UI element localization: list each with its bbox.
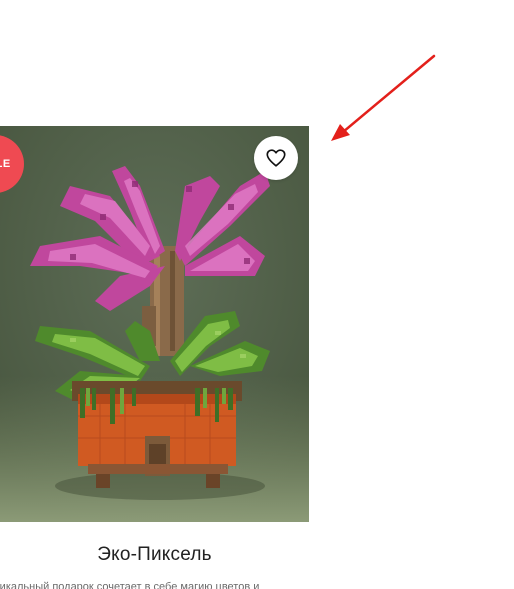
sale-badge-label: SALE: [0, 158, 11, 170]
product-page: SALE Эко-Пиксель т уникальный подарок со…: [0, 0, 514, 589]
product-title[interactable]: Эко-Пиксель: [0, 544, 309, 566]
product-description: т уникальный подарок сочетает в себе маг…: [0, 581, 260, 589]
wishlist-button[interactable]: [254, 136, 298, 180]
product-image[interactable]: [0, 126, 309, 522]
plant-illustration: [0, 126, 309, 522]
product-card[interactable]: SALE Эко-Пиксель т уникальный подарок со…: [0, 126, 330, 589]
heart-outline-icon: [266, 149, 286, 167]
